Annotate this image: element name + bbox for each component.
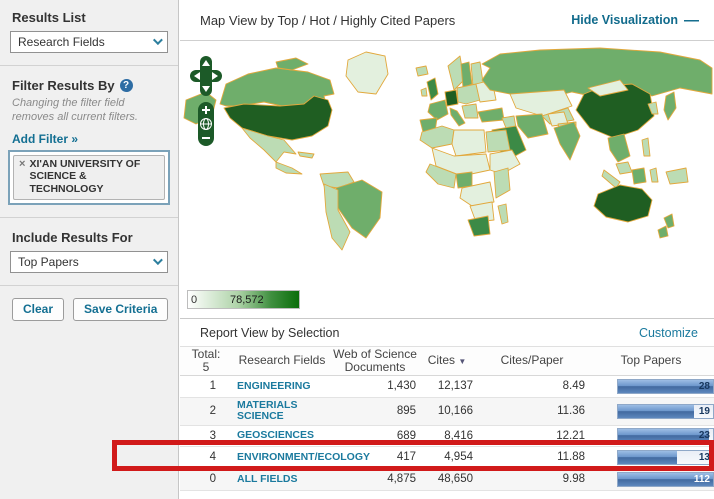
help-icon[interactable]: ?: [120, 79, 133, 92]
row-rank: 3: [180, 425, 232, 446]
top-papers-value: 112: [694, 474, 710, 485]
include-results-value: Top Papers: [18, 255, 79, 269]
top-papers-bar: 112: [617, 472, 714, 487]
map-visualization: 0 78,572: [180, 42, 714, 318]
column-header-top-papers[interactable]: Top Papers: [588, 347, 714, 375]
cites-label: Cites: [428, 353, 455, 367]
report-section: Report View by Selection Customize Total…: [180, 318, 714, 491]
results-list-select[interactable]: Research Fields: [10, 31, 168, 53]
results-list-label: Results List: [12, 10, 178, 25]
row-field-link[interactable]: ALL FIELDS: [237, 474, 297, 485]
column-header-research-fields: Research Fields: [232, 347, 332, 375]
top-papers-value: 13: [699, 452, 710, 463]
report-header: Report View by Selection Customize: [180, 319, 714, 347]
total-label: Total:: [192, 347, 221, 361]
save-criteria-button[interactable]: Save Criteria: [73, 298, 168, 321]
filter-tag-label: XI'AN UNIVERSITY OF SCIENCE & TECHNOLOGY: [29, 158, 160, 196]
row-rank: 1: [180, 375, 232, 397]
row-cites-per-paper: 11.88: [476, 446, 588, 468]
top-papers-value: 19: [699, 406, 710, 417]
legend-max-label: 78,572: [230, 294, 264, 306]
row-cites: 4,954: [418, 446, 476, 468]
results-table: Total: 5 Research Fields Web of Science …: [180, 347, 714, 491]
row-docs: 689: [332, 425, 418, 446]
row-rank: 0: [180, 468, 232, 490]
chevron-down-icon: [153, 35, 163, 45]
map-controls: [188, 54, 224, 150]
filter-sidebar: Results List Research Fields Filter Resu…: [0, 0, 179, 499]
row-cites: 48,650: [418, 468, 476, 490]
total-value: 5: [203, 360, 210, 374]
table-header-row: Total: 5 Research Fields Web of Science …: [180, 347, 714, 375]
row-docs: 4,875: [332, 468, 418, 490]
total-count: Total: 5: [180, 347, 232, 375]
filter-note: Changing the filter field removes all cu…: [12, 97, 164, 125]
sidebar-divider: [0, 217, 178, 218]
column-header-cites[interactable]: Cites ▼: [418, 347, 476, 375]
top-papers-value: 23: [699, 430, 710, 441]
active-filters-box[interactable]: × XI'AN UNIVERSITY OF SCIENCE & TECHNOLO…: [8, 150, 170, 205]
include-results-select[interactable]: Top Papers: [10, 251, 168, 273]
row-docs: 1,430: [332, 375, 418, 397]
include-results-label: Include Results For: [12, 230, 178, 245]
row-cites-per-paper: 9.98: [476, 468, 588, 490]
row-cites-per-paper: 8.49: [476, 375, 588, 397]
map-legend: 0 78,572: [187, 290, 300, 309]
column-header-documents[interactable]: Web of Science Documents: [332, 347, 418, 375]
table-row: 0 ALL FIELDS 4,875 48,650 9.98 112: [180, 468, 714, 490]
row-cites: 12,137: [418, 375, 476, 397]
table-row: 2 MATERIALS SCIENCE 895 10,166 11.36 19: [180, 397, 714, 425]
top-papers-bar: 28: [617, 379, 714, 394]
top-papers-bar: 13: [617, 450, 714, 465]
sidebar-divider: [0, 285, 178, 286]
column-header-cites-per-paper[interactable]: Cites/Paper: [476, 347, 588, 375]
sidebar-divider: [0, 65, 178, 66]
hide-visualization-link[interactable]: Hide Visualization —: [571, 12, 698, 29]
collapse-icon: —: [684, 12, 698, 29]
row-field-link[interactable]: GEOSCIENCES: [237, 430, 314, 441]
report-title: Report View by Selection: [200, 326, 339, 340]
main-panel: Map View by Top / Hot / Highly Cited Pap…: [180, 0, 714, 499]
top-papers-bar: 23: [617, 428, 714, 443]
legend-min-label: 0: [191, 294, 197, 306]
row-field-link[interactable]: ENGINEERING: [237, 381, 311, 392]
row-rank: 4: [180, 446, 232, 468]
results-list-value: Research Fields: [18, 35, 105, 49]
map-view-title: Map View by Top / Hot / Highly Cited Pap…: [200, 13, 455, 28]
table-row: 3 GEOSCIENCES 689 8,416 12.21 23: [180, 425, 714, 446]
row-cites-per-paper: 12.21: [476, 425, 588, 446]
row-rank: 2: [180, 397, 232, 425]
row-cites: 8,416: [418, 425, 476, 446]
top-papers-value: 28: [699, 381, 710, 392]
world-map[interactable]: [180, 42, 714, 288]
top-papers-bar: 19: [617, 404, 714, 419]
chevron-down-icon: [153, 255, 163, 265]
remove-filter-icon[interactable]: ×: [19, 158, 25, 196]
row-cites: 10,166: [418, 397, 476, 425]
customize-link[interactable]: Customize: [639, 326, 698, 340]
table-row-highlighted: 4 ENVIRONMENT/ECOLOGY 417 4,954 11.88 13: [180, 446, 714, 468]
row-cites-per-paper: 11.36: [476, 397, 588, 425]
filter-results-by-label: Filter Results By: [12, 78, 115, 93]
clear-button[interactable]: Clear: [12, 298, 64, 321]
map-pan-control[interactable]: [190, 56, 222, 96]
row-docs: 895: [332, 397, 418, 425]
row-field-link[interactable]: MATERIALS SCIENCE: [237, 400, 332, 422]
table-row: 1 ENGINEERING 1,430 12,137 8.49 28: [180, 375, 714, 397]
map-view-header: Map View by Top / Hot / Highly Cited Pap…: [180, 0, 714, 41]
row-field-link[interactable]: ENVIRONMENT/ECOLOGY: [237, 452, 370, 463]
add-filter-link[interactable]: Add Filter »: [12, 132, 78, 146]
sort-desc-icon: ▼: [458, 357, 466, 366]
esi-analytics-page: Results List Research Fields Filter Resu…: [0, 0, 714, 499]
filter-tag[interactable]: × XI'AN UNIVERSITY OF SCIENCE & TECHNOLO…: [13, 155, 165, 200]
hide-visualization-label: Hide Visualization: [571, 13, 678, 27]
